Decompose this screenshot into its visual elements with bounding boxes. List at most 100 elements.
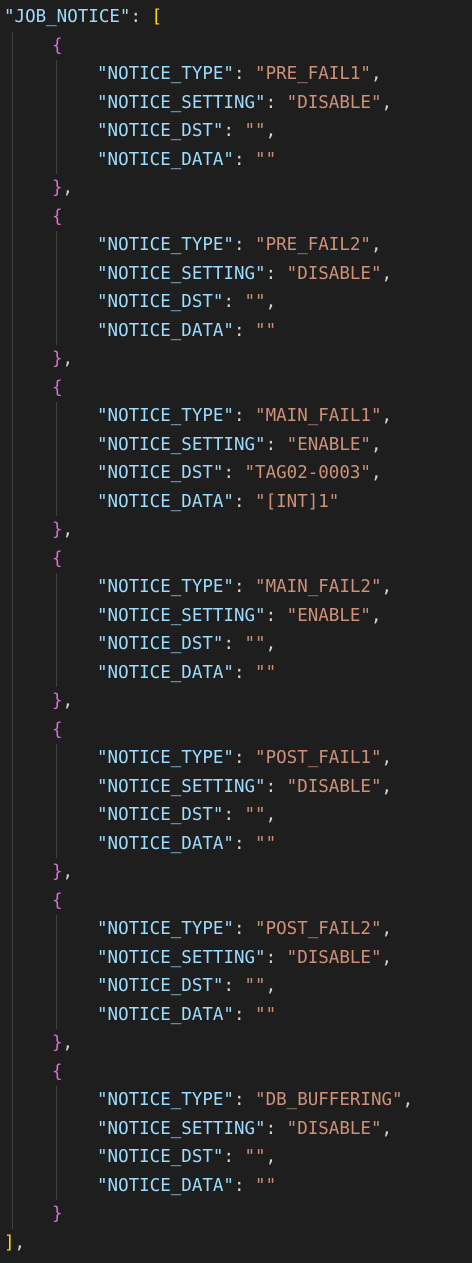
indent-guide-level2 [56,60,57,174]
code-line-field: "NOTICE_DST": "", [97,972,276,1001]
code-line-object-close: }, [52,174,73,203]
code-line-root: "JOB_NOTICE": [ [4,3,162,32]
field-key: "NOTICE_DST" [97,976,224,996]
field-value: "" [244,805,266,825]
field-key: "NOTICE_TYPE" [97,1090,234,1110]
code-line-object-close: }, [52,687,73,716]
field-key: "NOTICE_TYPE" [97,577,234,597]
colon: : [233,1175,256,1196]
colon: : [233,577,256,597]
colon: : [233,919,256,939]
comma: , [265,805,277,825]
comma: , [381,919,393,939]
comma: , [381,947,393,968]
code-line-object-close: }, [52,1029,73,1058]
colon: : [130,7,152,27]
colon: : [223,805,245,825]
code-line-field: "NOTICE_SETTING": "ENABLE", [97,602,382,631]
code-line-object-open: { [52,203,63,232]
colon: : [265,434,287,455]
field-key: "NOTICE_DST" [97,1147,224,1167]
code-line-field: "NOTICE_DST": "", [97,1143,276,1172]
code-line-field: "NOTICE_TYPE": "MAIN_FAIL1", [97,402,392,431]
code-line-field: "NOTICE_DST": "TAG02-0003", [97,459,382,488]
field-value: "DISABLE" [286,263,382,284]
field-value: "ENABLE" [286,434,371,455]
colon: : [265,92,287,113]
field-key: "NOTICE_TYPE" [97,64,234,84]
colon: : [223,1147,245,1167]
field-key: "NOTICE_SETTING" [97,605,266,626]
comma: , [381,92,393,113]
code-line-object-open: { [52,545,63,574]
colon: : [265,605,287,626]
field-key: "NOTICE_DST" [97,292,224,312]
field-value: "DB_BUFFERING" [255,1090,403,1110]
colon: : [233,149,256,170]
colon: : [265,947,287,968]
code-line-field: "NOTICE_TYPE": "POST_FAIL2", [97,915,392,944]
code-line-field: "NOTICE_SETTING": "DISABLE", [97,1115,392,1144]
colon: : [223,976,245,996]
comma: , [265,976,277,996]
close-brace: } [52,178,63,198]
comma: , [265,1147,277,1167]
field-key: "NOTICE_DATA" [97,491,234,512]
code-line-object-close: }, [52,516,73,545]
colon: : [233,662,256,683]
field-key: "NOTICE_DST" [97,634,224,654]
indent-guide-level2 [56,915,57,1029]
code-line-field: "NOTICE_DATA": "" [97,317,276,346]
colon: : [233,833,256,854]
field-key: "NOTICE_SETTING" [97,776,266,797]
open-brace: { [52,35,63,56]
field-key: "NOTICE_TYPE" [97,748,234,768]
comma: , [62,349,74,369]
code-line-object-open: { [52,887,63,916]
colon: : [233,406,256,426]
code-line-field: "NOTICE_DATA": "" [97,830,276,859]
code-line-object-open: { [52,32,63,61]
close-brace: } [52,520,63,540]
field-key: "NOTICE_DATA" [97,662,234,683]
code-line-object-close: } [52,1200,63,1229]
field-key: "NOTICE_SETTING" [97,1118,266,1139]
field-value: "" [244,976,266,996]
field-key: "NOTICE_TYPE" [97,919,234,939]
open-brace: { [52,377,63,398]
colon: : [233,491,256,512]
close-brace: } [52,691,63,711]
field-key: "NOTICE_DATA" [97,1175,234,1196]
colon: : [233,235,256,255]
open-brace: { [52,719,63,740]
close-brace: } [52,1204,63,1224]
open-brace: { [52,206,63,227]
code-line-field: "NOTICE_TYPE": "DB_BUFFERING", [97,1086,413,1115]
comma: , [14,1232,26,1253]
open-brace: { [52,548,63,569]
comma: , [402,1090,414,1110]
field-value: "PRE_FAIL2" [255,235,371,255]
comma: , [370,235,382,255]
field-key: "NOTICE_SETTING" [97,92,266,113]
code-line-object-close: }, [52,858,73,887]
code-line-object-close: }, [52,345,73,374]
field-key: "NOTICE_DST" [97,463,224,483]
code-line-field: "NOTICE_DATA": "" [97,1172,276,1201]
code-line-root-close: ], [4,1229,25,1258]
field-value: "MAIN_FAIL1" [255,406,382,426]
code-editor[interactable]: "JOB_NOTICE": [ { "NOTICE_TYPE": "PRE_FAIL… [0,0,472,1263]
field-value: "[INT]1" [255,491,340,512]
close-brace: } [52,1033,63,1053]
colon: : [223,634,245,654]
field-value: "" [255,149,277,170]
code-line-field: "NOTICE_TYPE": "POST_FAIL1", [97,744,392,773]
field-value: "" [244,121,266,141]
code-line-field: "NOTICE_TYPE": "PRE_FAIL2", [97,231,382,260]
comma: , [381,577,393,597]
indent-guide-level2 [56,744,57,858]
field-key: "NOTICE_SETTING" [97,947,266,968]
comma: , [370,64,382,84]
comma: , [370,463,382,483]
colon: : [265,776,287,797]
